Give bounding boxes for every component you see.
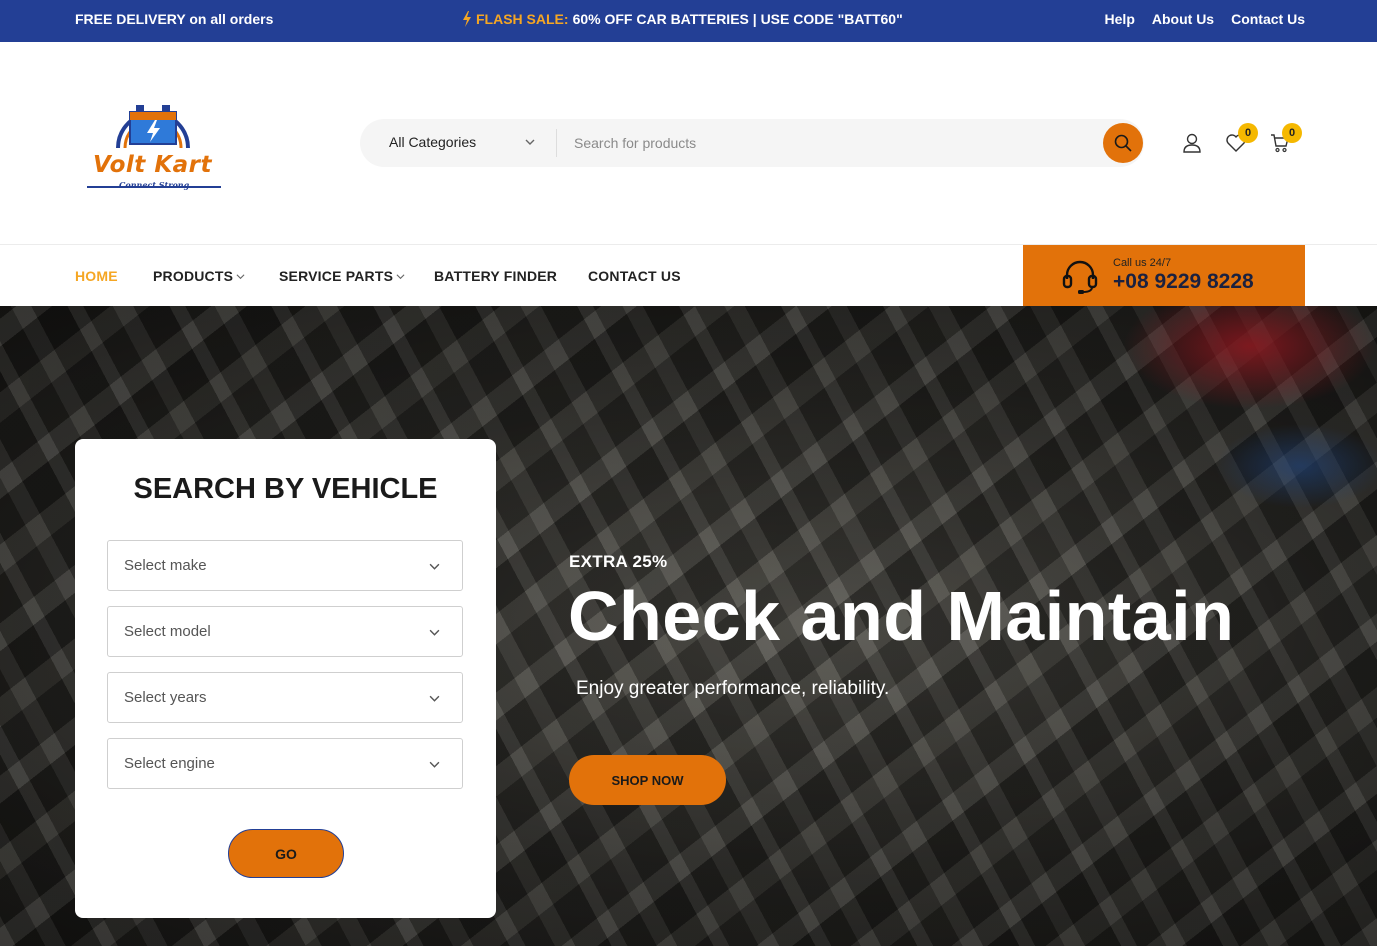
top-links: Help About Us Contact Us bbox=[1105, 11, 1305, 27]
logo-word-kart: Kart bbox=[154, 152, 213, 178]
hero-title: Check and Maintain bbox=[568, 577, 1235, 655]
hero-banner: SEARCH BY VEHICLE Select make Select mod… bbox=[0, 306, 1377, 946]
search-icon bbox=[1114, 134, 1132, 152]
battery-icon bbox=[116, 105, 190, 149]
cart-count-badge: 0 bbox=[1282, 123, 1302, 143]
volt-kart-logo[interactable]: Volt Kart Connect Strong bbox=[85, 90, 225, 190]
call-us-number[interactable]: +08 9229 8228 bbox=[1113, 270, 1254, 294]
shop-now-button[interactable]: SHOP NOW bbox=[569, 755, 726, 805]
chevron-down-icon[interactable] bbox=[525, 137, 535, 147]
nav-products-label: PRODUCTS bbox=[153, 268, 234, 284]
call-us-box[interactable]: Call us 24/7 +08 9229 8228 bbox=[1023, 245, 1305, 307]
user-icon bbox=[1183, 133, 1201, 153]
nav-service-parts-label: SERVICE PARTS bbox=[279, 268, 394, 284]
free-delivery-text: FREE DELIVERY on all orders bbox=[75, 11, 274, 27]
flash-sale-banner: FLASH SALE: 60% OFF CAR BATTERIES | USE … bbox=[462, 11, 903, 27]
product-search-bar: All Categories bbox=[360, 119, 1144, 167]
wishlist-count-badge: 0 bbox=[1238, 123, 1258, 143]
hero-subtitle: EXTRA 25% bbox=[569, 552, 668, 571]
hero-description: Enjoy greater performance, reliability. bbox=[576, 678, 890, 699]
chevron-down-icon bbox=[429, 695, 440, 702]
chevron-down-icon bbox=[236, 273, 245, 279]
nav-battery-finder[interactable]: BATTERY FINDER bbox=[434, 268, 557, 284]
main-navigation: HOME PRODUCTS SERVICE PARTS BATTERY FIND… bbox=[0, 244, 1377, 307]
chevron-down-icon bbox=[429, 563, 440, 570]
call-us-label: Call us 24/7 bbox=[1113, 257, 1172, 269]
select-make-label: Select make bbox=[124, 557, 207, 574]
contact-us-link[interactable]: Contact Us bbox=[1231, 11, 1305, 27]
logo-tagline: Connect Strong bbox=[119, 180, 190, 190]
chevron-down-icon bbox=[429, 629, 440, 636]
search-divider bbox=[556, 129, 557, 157]
category-select[interactable]: All Categories bbox=[389, 134, 476, 150]
select-model-label: Select model bbox=[124, 623, 211, 640]
bolt-icon bbox=[463, 11, 471, 27]
nav-service-parts[interactable]: SERVICE PARTS bbox=[279, 268, 405, 284]
search-button[interactable] bbox=[1103, 123, 1143, 163]
logo-word-volt: Volt bbox=[93, 152, 146, 178]
nav-home-label: HOME bbox=[75, 268, 118, 284]
about-us-link[interactable]: About Us bbox=[1152, 11, 1214, 27]
nav-contact-us[interactable]: CONTACT US bbox=[588, 268, 681, 284]
site-header: Volt Kart Connect Strong All Categories … bbox=[0, 42, 1377, 244]
go-button[interactable]: GO bbox=[228, 829, 344, 878]
select-model-dropdown[interactable]: Select model bbox=[107, 606, 463, 657]
logo-wordmark: Volt Kart bbox=[93, 152, 212, 178]
headset-icon bbox=[1062, 260, 1098, 294]
select-make-dropdown[interactable]: Select make bbox=[107, 540, 463, 591]
account-button[interactable] bbox=[1178, 129, 1206, 157]
search-input[interactable] bbox=[565, 127, 1085, 159]
nav-contact-us-label: CONTACT US bbox=[588, 268, 681, 284]
select-engine-label: Select engine bbox=[124, 755, 215, 772]
flash-sale-text: 60% OFF CAR BATTERIES | USE CODE "BATT60… bbox=[572, 11, 903, 27]
select-years-dropdown[interactable]: Select years bbox=[107, 672, 463, 723]
vehicle-search-title: SEARCH BY VEHICLE bbox=[133, 473, 438, 505]
chevron-down-icon bbox=[429, 761, 440, 768]
chevron-down-icon bbox=[396, 273, 405, 279]
help-link[interactable]: Help bbox=[1105, 11, 1135, 27]
select-years-label: Select years bbox=[124, 689, 207, 706]
flash-sale-label: FLASH SALE: bbox=[476, 11, 569, 27]
select-engine-dropdown[interactable]: Select engine bbox=[107, 738, 463, 789]
logo-underline bbox=[87, 186, 221, 188]
nav-battery-finder-label: BATTERY FINDER bbox=[434, 268, 558, 284]
top-announcement-bar: FREE DELIVERY on all orders FLASH SALE: … bbox=[0, 0, 1377, 42]
nav-products[interactable]: PRODUCTS bbox=[153, 268, 245, 284]
vehicle-search-card: SEARCH BY VEHICLE Select make Select mod… bbox=[75, 439, 496, 918]
nav-home[interactable]: HOME bbox=[75, 268, 118, 284]
